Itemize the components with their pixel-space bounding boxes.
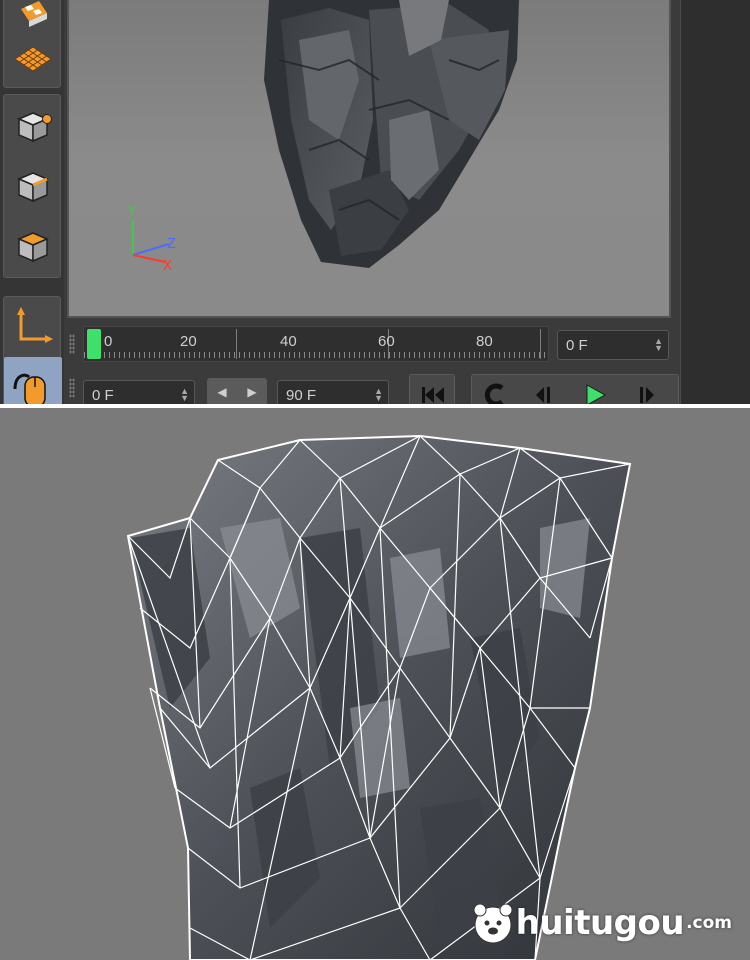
point-mode-button[interactable] <box>4 95 62 155</box>
edge-mode-icon <box>17 172 49 203</box>
playhead[interactable] <box>87 329 101 359</box>
axis-mode-button[interactable] <box>4 297 62 357</box>
ruler-label: 60 <box>378 333 395 350</box>
spinner-arrows-icon[interactable]: ▲ ▼ <box>180 387 189 403</box>
tool-group-texture <box>3 0 61 88</box>
ruler-major-tick <box>540 329 541 359</box>
left-toolbar <box>0 0 64 404</box>
frame-ruler[interactable]: 0 20 40 60 80 <box>83 326 549 362</box>
polygon-mode-icon <box>17 232 49 263</box>
go-to-start-button[interactable] <box>410 375 456 404</box>
polygon-mode-button[interactable] <box>4 215 62 275</box>
record-key-icon <box>484 383 504 404</box>
transport-group-start <box>409 374 455 404</box>
previous-frame-button[interactable] <box>522 375 568 404</box>
go-to-start-icon <box>422 387 444 403</box>
watermark-text: huitugou <box>515 903 685 943</box>
spinner-arrows-icon[interactable]: ▲ ▼ <box>654 337 663 353</box>
right-side-panel <box>680 0 750 404</box>
play-icon <box>586 384 607 404</box>
current-frame-value: 0 F <box>566 337 588 354</box>
range-arrows: ◀ ▶ <box>207 378 267 404</box>
timeline-bar: 0 20 40 60 80 0 F ▲ ▼ 0 F ▲ ▼ ◀ ▶ 90 F ▲ ▼ <box>67 322 679 404</box>
ruler-label: 40 <box>280 333 297 350</box>
range-right-arrow-icon[interactable]: ▶ <box>247 385 256 399</box>
c4d-editor-panel: Y Z X 0 20 40 60 80 0 F ▲ ▼ 0 F ▲ ▼ ◀ ▶ … <box>0 0 750 404</box>
end-frame-value: 90 F <box>286 387 317 404</box>
start-frame-field[interactable]: 0 F ▲ ▼ <box>83 380 195 404</box>
axis-mode-icon <box>17 307 53 343</box>
start-frame-value: 0 F <box>92 387 114 404</box>
mouse-tweak-button[interactable] <box>4 357 62 404</box>
rock-model-render: Y Z X <box>127 0 519 274</box>
tool-group-modes <box>3 94 61 278</box>
play-button[interactable] <box>572 375 618 404</box>
next-frame-icon <box>640 387 654 403</box>
next-frame-button[interactable] <box>622 375 668 404</box>
rock-wireframe-render <box>126 434 632 960</box>
spinner-arrows-icon[interactable]: ▲ ▼ <box>374 387 383 403</box>
transport-group-play <box>471 374 679 404</box>
axis-z-label: Z <box>167 237 176 252</box>
mouse-tweak-icon <box>13 373 46 404</box>
edge-mode-button[interactable] <box>4 155 62 215</box>
range-left-arrow-icon[interactable]: ◀ <box>217 385 226 399</box>
timeline-grip-handle[interactable] <box>69 334 75 354</box>
ruler-major-tick <box>236 329 237 359</box>
ruler-label: 0 <box>104 333 113 350</box>
ruler-label: 80 <box>476 333 493 350</box>
point-mode-icon <box>17 112 52 143</box>
current-frame-field[interactable]: 0 F ▲ ▼ <box>557 330 669 360</box>
watermark: huitugou .com <box>470 900 732 946</box>
ruler-label: 20 <box>180 333 197 350</box>
axis-y-label: Y <box>127 205 136 220</box>
previous-frame-icon <box>536 387 550 403</box>
wireframe-render-panel: huitugou .com <box>0 408 750 960</box>
tool-group-axis <box>3 296 62 404</box>
record-key-button[interactable] <box>472 375 518 404</box>
bear-logo-icon <box>473 903 513 944</box>
end-frame-field[interactable]: 90 F ▲ ▼ <box>277 380 389 404</box>
grid-plane-icon <box>14 46 52 72</box>
grid-plane-button[interactable] <box>4 29 62 89</box>
ruler-ticks <box>84 352 548 358</box>
watermark-suffix: .com <box>686 913 732 933</box>
axis-x-label: X <box>163 259 172 274</box>
timeline-grip-handle[interactable] <box>69 378 75 398</box>
3d-viewport[interactable]: Y Z X <box>67 0 671 318</box>
